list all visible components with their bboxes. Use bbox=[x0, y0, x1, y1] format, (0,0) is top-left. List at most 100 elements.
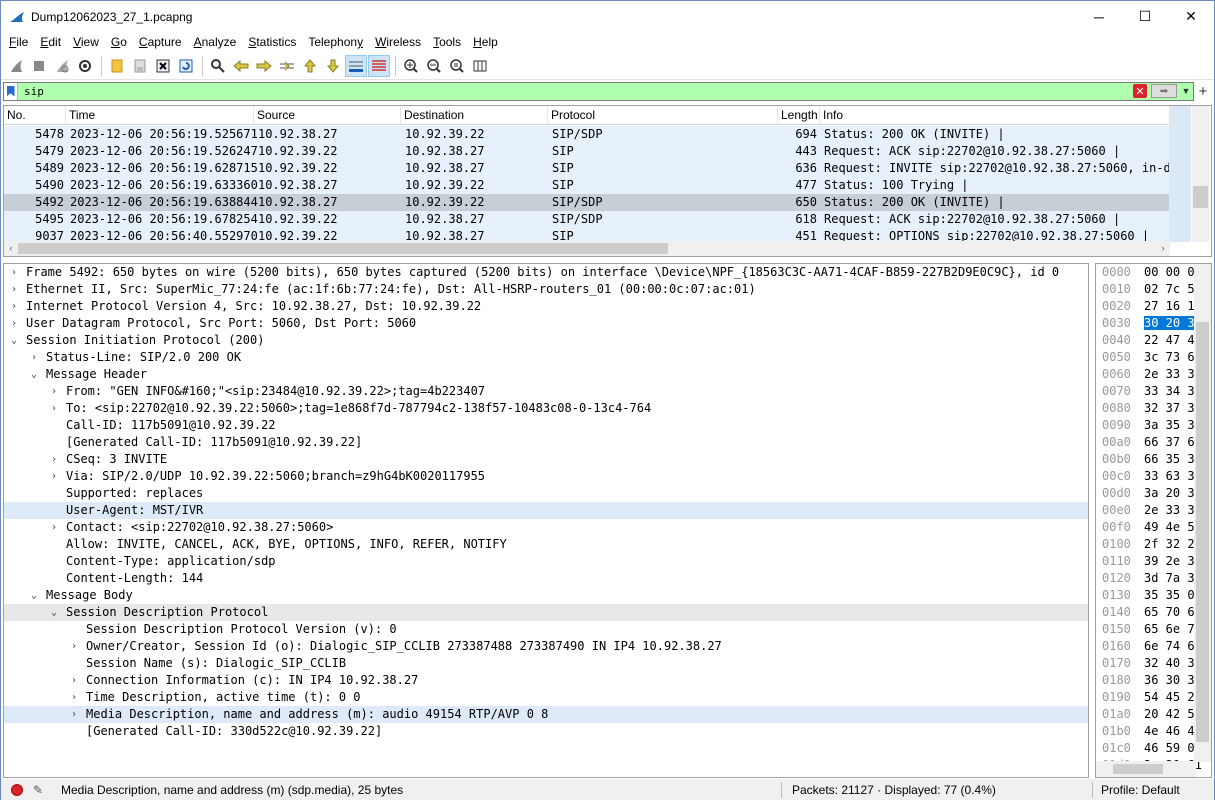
tree-item[interactable]: Session Name (s): Dialogic_SIP_CCLIB bbox=[4, 655, 1088, 672]
tree-item[interactable]: › Internet Protocol Version 4, Src: 10.92… bbox=[4, 298, 1088, 315]
tree-item[interactable]: Content-Length: 144 bbox=[4, 570, 1088, 587]
column-header-no[interactable]: No. bbox=[4, 106, 66, 125]
menu-tools[interactable]: Tools bbox=[427, 32, 467, 53]
column-header-source[interactable]: Source bbox=[254, 106, 401, 125]
packet-row[interactable]: 5489 2023-12-06 20:56:19.628715 10.92.39.2… bbox=[4, 160, 1170, 177]
expand-arrow-icon[interactable]: › bbox=[28, 349, 40, 366]
scroll-left-icon[interactable]: ‹ bbox=[4, 241, 18, 256]
column-header-info[interactable]: Info bbox=[820, 106, 1170, 125]
expand-arrow-icon[interactable]: › bbox=[68, 689, 80, 706]
tree-item[interactable]: › Contact: <sip:22702@10.92.38.27:5060> bbox=[4, 519, 1088, 536]
maximize-button[interactable]: ☐ bbox=[1122, 1, 1168, 32]
column-header-destination[interactable]: Destination bbox=[401, 106, 548, 125]
find-packet-icon[interactable] bbox=[207, 55, 229, 77]
display-filter-input[interactable]: sip ✕ ➡ ▼ bbox=[3, 81, 1194, 101]
tree-item[interactable]: › CSeq: 3 INVITE bbox=[4, 451, 1088, 468]
bookmark-icon[interactable] bbox=[4, 82, 18, 100]
tree-item[interactable]: ⌄ Session Initiation Protocol (200) bbox=[4, 332, 1088, 349]
edit-comment-icon[interactable]: ✎ bbox=[33, 783, 47, 797]
stop-capture-icon[interactable] bbox=[28, 55, 50, 77]
expand-arrow-icon[interactable]: › bbox=[48, 519, 60, 536]
tree-item[interactable]: [Generated Call-ID: 330d522c@10.92.39.22… bbox=[4, 723, 1088, 740]
packet-list-vscroll-thumb[interactable] bbox=[1193, 186, 1208, 208]
expand-arrow-icon[interactable]: › bbox=[8, 298, 20, 315]
menu-statistics[interactable]: Statistics bbox=[242, 32, 302, 53]
save-file-icon[interactable] bbox=[129, 55, 151, 77]
add-filter-button[interactable]: + bbox=[1194, 83, 1212, 100]
expand-arrow-icon[interactable]: › bbox=[8, 315, 20, 332]
tree-item[interactable]: Session Description Protocol Version (v)… bbox=[4, 621, 1088, 638]
expand-arrow-icon[interactable]: › bbox=[48, 468, 60, 485]
collapse-arrow-icon[interactable]: ⌄ bbox=[8, 332, 20, 349]
tree-item[interactable]: User-Agent: MST/IVR bbox=[4, 502, 1088, 519]
close-button[interactable]: ✕ bbox=[1168, 1, 1214, 32]
colorize-icon[interactable] bbox=[368, 55, 390, 77]
packet-row[interactable]: 5495 2023-12-06 20:56:19.678254 10.92.39.2… bbox=[4, 211, 1170, 228]
collapse-arrow-icon[interactable]: ⌄ bbox=[28, 587, 40, 604]
tree-item[interactable]: › To: <sip:22702@10.92.39.22:5060>;tag=1e… bbox=[4, 400, 1088, 417]
menu-analyze[interactable]: Analyze bbox=[188, 32, 243, 53]
tree-item[interactable]: › User Datagram Protocol, Src Port: 5060,… bbox=[4, 315, 1088, 332]
menu-help[interactable]: Help bbox=[467, 32, 504, 53]
packet-minimap[interactable] bbox=[1169, 106, 1191, 242]
expand-arrow-icon[interactable]: › bbox=[68, 672, 80, 689]
close-file-icon[interactable] bbox=[152, 55, 174, 77]
expand-arrow-icon[interactable]: › bbox=[68, 638, 80, 655]
packet-list-vscroll[interactable] bbox=[1192, 106, 1209, 242]
last-packet-icon[interactable] bbox=[322, 55, 344, 77]
packet-list-hscroll[interactable]: ‹ › bbox=[4, 241, 1170, 256]
minimize-button[interactable]: ─ bbox=[1076, 1, 1122, 32]
capture-options-icon[interactable] bbox=[74, 55, 96, 77]
expand-arrow-icon[interactable]: › bbox=[8, 281, 20, 298]
tree-item[interactable]: › Connection Information (c): IN IP4 10.9… bbox=[4, 672, 1088, 689]
tree-item[interactable]: Content-Type: application/sdp bbox=[4, 553, 1088, 570]
tree-item[interactable]: ⌄ Message Body bbox=[4, 587, 1088, 604]
expert-info-indicator-icon[interactable] bbox=[11, 783, 23, 796]
reload-file-icon[interactable] bbox=[175, 55, 197, 77]
auto-scroll-icon[interactable] bbox=[345, 55, 367, 77]
column-header-protocol[interactable]: Protocol bbox=[548, 106, 778, 125]
column-header-time[interactable]: Time bbox=[66, 106, 254, 125]
collapse-arrow-icon[interactable]: ⌄ bbox=[48, 604, 60, 621]
clear-filter-icon[interactable]: ✕ bbox=[1133, 84, 1147, 98]
filter-history-dropdown-icon[interactable]: ▼ bbox=[1179, 83, 1193, 100]
expand-arrow-icon[interactable]: › bbox=[8, 264, 20, 281]
expand-arrow-icon[interactable]: › bbox=[68, 706, 80, 723]
bytes-hscroll-thumb[interactable] bbox=[1113, 764, 1163, 774]
tree-item[interactable]: › Status-Line: SIP/2.0 200 OK bbox=[4, 349, 1088, 366]
tree-item[interactable]: ⌄ Message Header bbox=[4, 366, 1088, 383]
collapse-arrow-icon[interactable]: ⌄ bbox=[28, 366, 40, 383]
filter-text[interactable]: sip bbox=[18, 85, 1133, 98]
normal-size-icon[interactable] bbox=[446, 55, 468, 77]
tree-item[interactable]: Allow: INVITE, CANCEL, ACK, BYE, OPTIONS… bbox=[4, 536, 1088, 553]
tree-item[interactable]: ⌄ Session Description Protocol bbox=[4, 604, 1088, 621]
open-file-icon[interactable] bbox=[106, 55, 128, 77]
zoom-out-icon[interactable] bbox=[423, 55, 445, 77]
go-to-packet-icon[interactable] bbox=[276, 55, 298, 77]
packet-row[interactable]: 5479 2023-12-06 20:56:19.526247 10.92.39.2… bbox=[4, 143, 1170, 160]
menu-wireless[interactable]: Wireless bbox=[369, 32, 427, 53]
resize-columns-icon[interactable] bbox=[469, 55, 491, 77]
menu-edit[interactable]: Edit bbox=[34, 32, 67, 53]
menu-telephony[interactable]: Telephony bbox=[302, 32, 369, 53]
zoom-in-icon[interactable] bbox=[400, 55, 422, 77]
packet-list-hscroll-thumb[interactable] bbox=[18, 243, 668, 254]
tree-item[interactable]: › Media Description, name and address (m)… bbox=[4, 706, 1088, 723]
expand-arrow-icon[interactable]: › bbox=[48, 400, 60, 417]
restart-capture-icon[interactable] bbox=[51, 55, 73, 77]
menu-file[interactable]: File bbox=[3, 32, 34, 53]
bytes-vscroll-thumb[interactable] bbox=[1196, 322, 1209, 742]
tree-item[interactable]: Supported: replaces bbox=[4, 485, 1088, 502]
first-packet-icon[interactable] bbox=[299, 55, 321, 77]
packet-row[interactable]: 5492 2023-12-06 20:56:19.638844 10.92.38.2… bbox=[4, 194, 1170, 211]
tree-item[interactable]: Call-ID: 117b5091@10.92.39.22 bbox=[4, 417, 1088, 434]
tree-item[interactable]: › Time Description, active time (t): 0 0 bbox=[4, 689, 1088, 706]
packet-row[interactable]: 5490 2023-12-06 20:56:19.633360 10.92.38.2… bbox=[4, 177, 1170, 194]
expand-arrow-icon[interactable]: › bbox=[48, 451, 60, 468]
menu-go[interactable]: Go bbox=[105, 32, 133, 53]
tree-item[interactable]: › Frame 5492: 650 bytes on wire (5200 bit… bbox=[4, 264, 1088, 281]
bytes-hscroll[interactable] bbox=[1096, 761, 1196, 777]
profile-label[interactable]: Profile: Default bbox=[1101, 783, 1180, 797]
start-capture-icon[interactable] bbox=[5, 55, 27, 77]
go-back-icon[interactable] bbox=[230, 55, 252, 77]
